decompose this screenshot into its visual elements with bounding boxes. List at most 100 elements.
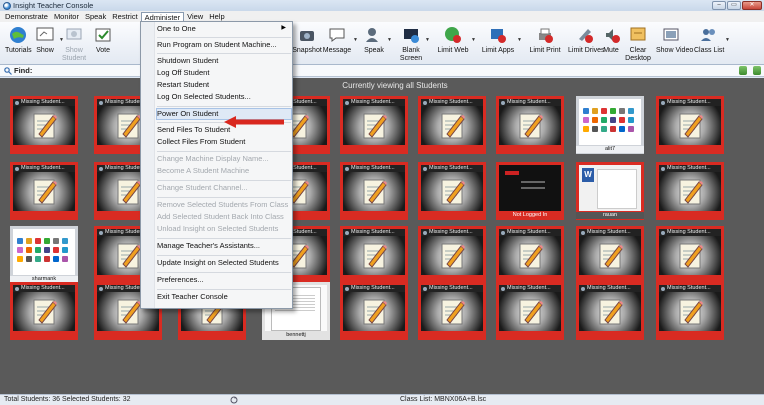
show-video-button[interactable]: Show Video	[656, 25, 693, 55]
menu-item-remove-from-class: Remove Selected Students From Class	[157, 200, 289, 209]
student-tile[interactable]: Missing Student...	[10, 162, 78, 220]
menu-item-log-on-selected[interactable]: Log On Selected Students...	[157, 92, 291, 102]
chevron-down-icon: ▼	[387, 37, 392, 43]
missing-student-label: Missing Student...	[343, 285, 405, 292]
tutorials-button[interactable]: Tutorials	[5, 25, 32, 55]
student-screen-thumbnail	[579, 99, 641, 145]
student-tile[interactable]: Not Logged In	[496, 162, 564, 220]
class-list-button[interactable]: Class List ▼	[694, 25, 730, 55]
menu-view[interactable]: View	[184, 12, 206, 21]
vote-button[interactable]: Vote	[92, 25, 114, 55]
show-icon	[35, 25, 55, 45]
student-tile[interactable]: Missing Student...	[340, 96, 408, 154]
close-button[interactable]: ✕	[742, 1, 762, 10]
menu-item-one-to-one[interactable]: One to One	[157, 24, 291, 34]
menu-item-log-off-student[interactable]: Log Off Student	[157, 68, 291, 78]
menu-item-update-insight[interactable]: Update Insight on Selected Students	[157, 258, 291, 268]
menu-item-run-program[interactable]: Run Program on Student Machine...	[157, 40, 291, 50]
snapshot-button[interactable]: Snapshot	[292, 25, 322, 55]
message-button[interactable]: Message ▼	[322, 25, 358, 55]
menu-item-exit-console[interactable]: Exit Teacher Console	[157, 292, 291, 302]
menu-item-change-channel: Change Student Channel...	[157, 183, 248, 192]
menu-restrict[interactable]: Restrict	[109, 12, 140, 21]
limit-web-button[interactable]: Limit Web ▼	[436, 25, 476, 55]
student-tile[interactable]: Missing Student...	[576, 282, 644, 340]
pin-icon[interactable]	[753, 66, 761, 75]
student-tile[interactable]: Missing Student...	[10, 96, 78, 154]
student-tile[interactable]: Missing Student...	[418, 282, 486, 340]
menu-item-collect-files[interactable]: Collect Files From Student	[157, 137, 291, 147]
student-screen-thumbnail: Missing Student...	[659, 99, 721, 145]
student-tile[interactable]: Missing Student...	[418, 226, 486, 284]
student-screen-thumbnail: Missing Student...	[659, 165, 721, 211]
student-name-label: rauan	[576, 212, 644, 219]
student-tile[interactable]: Wrauan	[576, 162, 644, 220]
missing-student-label: Missing Student...	[499, 99, 561, 106]
student-tile[interactable]: Missing Student...	[418, 162, 486, 220]
student-count: Total Students: 36 Selected Students: 32	[4, 396, 131, 403]
message-icon	[327, 25, 347, 45]
student-tile[interactable]: Missing Student...	[576, 226, 644, 284]
student-tile[interactable]: alit7	[576, 96, 644, 154]
menu-help[interactable]: Help	[206, 12, 227, 21]
student-tile[interactable]: Missing Student...	[340, 226, 408, 284]
student-tile[interactable]: Missing Student...	[656, 96, 724, 154]
menu-item-manage-assistants[interactable]: Manage Teacher's Assistants...	[157, 241, 291, 251]
menu-speak[interactable]: Speak	[82, 12, 109, 21]
speak-button[interactable]: Speak ▼	[362, 25, 392, 55]
student-tile[interactable]: sharmank	[10, 226, 78, 284]
student-tile[interactable]: Missing Student...	[496, 282, 564, 340]
notepad-pencil-icon	[115, 296, 143, 326]
chevron-down-icon: ▼	[725, 37, 730, 43]
student-tile[interactable]: Missing Student...	[340, 282, 408, 340]
find-label: Find:	[14, 66, 33, 75]
student-tile[interactable]: Missing Student...	[496, 96, 564, 154]
student-screen-thumbnail: Missing Student...	[421, 165, 483, 211]
notepad-pencil-icon	[115, 110, 143, 140]
notepad-pencil-icon	[31, 176, 59, 206]
blank-screen-button[interactable]: Blank Screen ▼	[398, 25, 430, 63]
student-tile[interactable]: Missing Student...	[656, 162, 724, 220]
missing-student-label: Missing Student...	[421, 99, 483, 106]
student-tile[interactable]: Missing Student...	[10, 282, 78, 340]
notepad-pencil-icon	[31, 296, 59, 326]
desktop-icons	[17, 238, 71, 262]
limit-print-button[interactable]: Limit Print	[526, 25, 564, 55]
menu-item-shutdown-student[interactable]: Shutdown Student	[157, 56, 291, 66]
student-screen-thumbnail: Missing Student...	[421, 99, 483, 145]
student-screen-thumbnail: Missing Student...	[343, 285, 405, 331]
menu-monitor[interactable]: Monitor	[51, 12, 82, 21]
student-tile[interactable]: Missing Student...	[340, 162, 408, 220]
title-bar: Insight Teacher Console – ▭ ✕	[0, 0, 764, 11]
refresh-icon[interactable]	[230, 396, 238, 404]
annotation-arrow	[224, 116, 284, 128]
student-tile[interactable]: Missing Student...	[496, 226, 564, 284]
student-tile[interactable]: Missing Student...	[656, 226, 724, 284]
student-tile[interactable]: Missing Student...	[418, 96, 486, 154]
menu-administer[interactable]: Administer	[140, 11, 185, 22]
menu-item-unload-insight: Unload Insight on Selected Students	[157, 224, 279, 233]
find-bar: Find:	[0, 65, 764, 77]
speak-icon	[364, 25, 384, 45]
notepad-pencil-icon	[439, 110, 467, 140]
minimize-button[interactable]: –	[712, 1, 726, 10]
pin-icon[interactable]	[739, 66, 747, 75]
show-student-button[interactable]: Show Student	[62, 25, 86, 63]
show-button[interactable]: Show ▼	[32, 25, 64, 55]
student-tile[interactable]: Missing Student...	[656, 282, 724, 340]
menu-item-preferences[interactable]: Preferences...	[157, 275, 291, 285]
missing-student-label: Missing Student...	[421, 165, 483, 172]
missing-student-label: Missing Student...	[659, 99, 721, 106]
student-screen-thumbnail: Missing Student...	[13, 165, 75, 211]
student-screen-icon	[64, 25, 84, 45]
missing-student-label: Missing Student...	[659, 285, 721, 292]
limit-drives-button[interactable]: Limit Drives	[568, 25, 605, 55]
missing-student-label: Missing Student...	[343, 165, 405, 172]
menu-demonstrate[interactable]: Demonstrate	[2, 12, 51, 21]
menu-item-restart-student[interactable]: Restart Student	[157, 80, 291, 90]
clear-desktop-button[interactable]: Clear Desktop	[624, 25, 652, 63]
limit-apps-button[interactable]: Limit Apps ▼	[480, 25, 522, 55]
maximize-button[interactable]: ▭	[727, 1, 741, 10]
mute-button[interactable]: Mute	[602, 25, 620, 55]
student-screen-thumbnail: Missing Student...	[343, 229, 405, 275]
